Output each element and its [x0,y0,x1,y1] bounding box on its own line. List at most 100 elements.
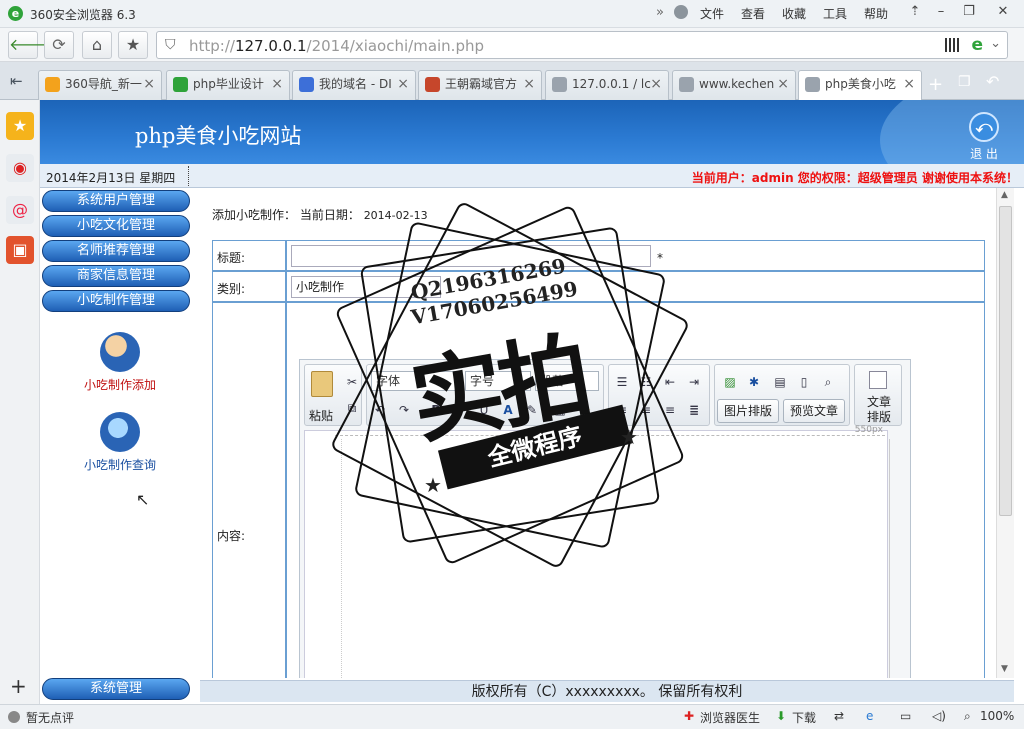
logout-button[interactable]: ⤺ 退 出 [962,112,1006,162]
scroll-down-icon[interactable]: ▼ [1001,664,1008,674]
size-select[interactable]: 字号 [465,371,531,391]
email-icon[interactable]: @ [6,196,34,224]
table-icon[interactable]: ▤ [771,373,789,391]
tab-close-icon[interactable]: × [523,71,535,97]
tab-close-icon[interactable]: × [143,71,155,97]
outdent-icon[interactable]: ⇤ [661,373,679,391]
underline-icon[interactable]: U [475,401,493,419]
bold-icon[interactable]: B [427,401,445,419]
align-center-icon[interactable]: ≡ [637,401,655,419]
undo-icon[interactable]: ↶ [371,401,389,419]
home-icon[interactable]: ⌂ [82,31,112,59]
shopping-icon[interactable]: ▣ [6,236,34,264]
category-input[interactable]: 小吃制作 [291,276,441,298]
menu-help[interactable]: 帮助 [864,5,888,22]
menu-snack-culture[interactable]: 小吃文化管理 [42,215,190,237]
tab-3[interactable]: 我的域名 - DI × [292,70,416,100]
rating-icon [8,711,20,723]
menu-system-users[interactable]: 系统用户管理 [42,190,190,212]
font-color-icon[interactable]: A [499,401,517,419]
refresh-icon[interactable]: ⟳ [44,31,74,59]
user-avatar-icon[interactable] [674,5,688,19]
tab-close-icon[interactable]: × [271,71,283,97]
menu-tools[interactable]: 工具 [823,5,847,22]
italic-icon[interactable]: I [451,401,469,419]
highlight-icon[interactable]: ✎ [523,401,541,419]
tab-close-icon[interactable]: × [777,71,789,97]
ie-icon[interactable]: e [866,709,873,723]
sidebar-toggle-icon[interactable]: ⇤ [10,72,23,90]
preview-article-button[interactable]: 预览文章 [783,399,845,423]
menu-view[interactable]: 查看 [741,5,765,22]
address-bar[interactable]: ⛉ http://127.0.0.1/2014/xiaochi/main.php… [156,31,1008,59]
chevron-right-icon[interactable]: » [656,5,664,20]
submenu-add-snack[interactable]: 小吃制作添加 [70,332,170,393]
star-icon[interactable]: ★ [118,31,148,59]
rating-text[interactable]: 暂无点评 [26,709,74,726]
submenu-add-snack-label: 小吃制作添加 [83,378,156,392]
tab-2[interactable]: php毕业设计 × [166,70,290,100]
title-input[interactable] [291,245,651,267]
font-select[interactable]: 字体 [371,371,461,391]
paste-icon[interactable] [311,371,333,397]
submenu-query-snack[interactable]: 小吃制作查询 [70,412,170,473]
tab-5[interactable]: 127.0.0.1 / lc × [545,70,669,100]
add-icon[interactable]: + [10,674,27,698]
tab-label: www.kechen [699,77,775,91]
undo-close-icon[interactable]: ↶ [986,72,999,91]
tab-6[interactable]: www.kechen × [672,70,796,100]
tab-4[interactable]: 王朝霸域官方 × [418,70,542,100]
back-icon[interactable]: 🡐 [8,31,52,59]
zoom-level[interactable]: 100% [980,709,1014,723]
search-replace-icon[interactable]: ⌕ [819,373,837,391]
indent-icon[interactable]: ⇥ [685,373,703,391]
tab-close-icon[interactable]: × [650,71,662,97]
menu-system-management[interactable]: 系统管理 [42,678,190,700]
tab-7[interactable]: php美食小吃 × [798,70,922,100]
volume-icon[interactable]: ◁) [932,709,946,723]
tab-1[interactable]: 360导航_新一 × [38,70,162,100]
menu-file[interactable]: 文件 [700,5,724,22]
scroll-thumb[interactable] [999,206,1012,516]
media-icon[interactable]: ✱ [745,373,763,391]
scroll-up-icon[interactable]: ▲ [1001,190,1008,200]
pin-icon[interactable]: ⇡ [902,2,928,22]
download-link[interactable]: 下载 [792,709,816,726]
translate-icon[interactable]: ⇄ [834,709,844,723]
cut-icon[interactable]: ✂ [343,373,361,391]
ie-engine-icon[interactable]: e [971,35,983,55]
restore-button[interactable]: ❐ [956,2,982,22]
close-window-button[interactable]: ✕ [990,2,1016,22]
vertical-scrollbar[interactable]: ▲ ▼ [996,188,1014,678]
redo-icon[interactable]: ↷ [395,401,413,419]
align-right-icon[interactable]: ≡ [661,401,679,419]
paragraph-select[interactable]: 段落 [535,371,599,391]
document-icon[interactable]: ▯ [795,373,813,391]
article-layout-button[interactable]: 文章 排版 [854,364,902,426]
chevron-down-icon[interactable]: ⌄ [990,36,1001,51]
justify-icon[interactable]: ≣ [685,401,703,419]
tab-close-icon[interactable]: × [397,71,409,97]
menu-merchant-info[interactable]: 商家信息管理 [42,265,190,287]
text-effect-icon[interactable]: ▦ [551,401,569,419]
ordered-list-icon[interactable]: ☰ [613,373,631,391]
favorites-star-icon[interactable]: ★ [6,112,34,140]
image-icon[interactable]: ▨ [721,373,739,391]
format-brush-icon[interactable]: ✦ [577,401,595,419]
align-left-icon[interactable]: ≡ [613,401,631,419]
image-layout-button[interactable]: 图片排版 [717,399,779,423]
browser-doctor[interactable]: 浏览器医生 [700,709,760,726]
tab-list-icon[interactable]: ❐ [958,74,971,90]
new-tab-icon[interactable]: + [928,74,943,95]
unordered-list-icon[interactable]: ☷ [637,373,655,391]
editor-canvas[interactable]: 550px [304,425,890,678]
menu-chef-recommend[interactable]: 名师推荐管理 [42,240,190,262]
qr-code-icon[interactable] [945,38,959,52]
menu-snack-making[interactable]: 小吃制作管理 [42,290,190,312]
copy-icon[interactable]: ⧉ [343,399,361,417]
screen-icon[interactable]: ▭ [900,709,911,723]
weibo-icon[interactable]: ◉ [6,154,34,182]
tab-close-icon[interactable]: × [903,71,915,97]
minimize-button[interactable]: – [928,2,954,22]
menu-favorites[interactable]: 收藏 [782,5,806,22]
